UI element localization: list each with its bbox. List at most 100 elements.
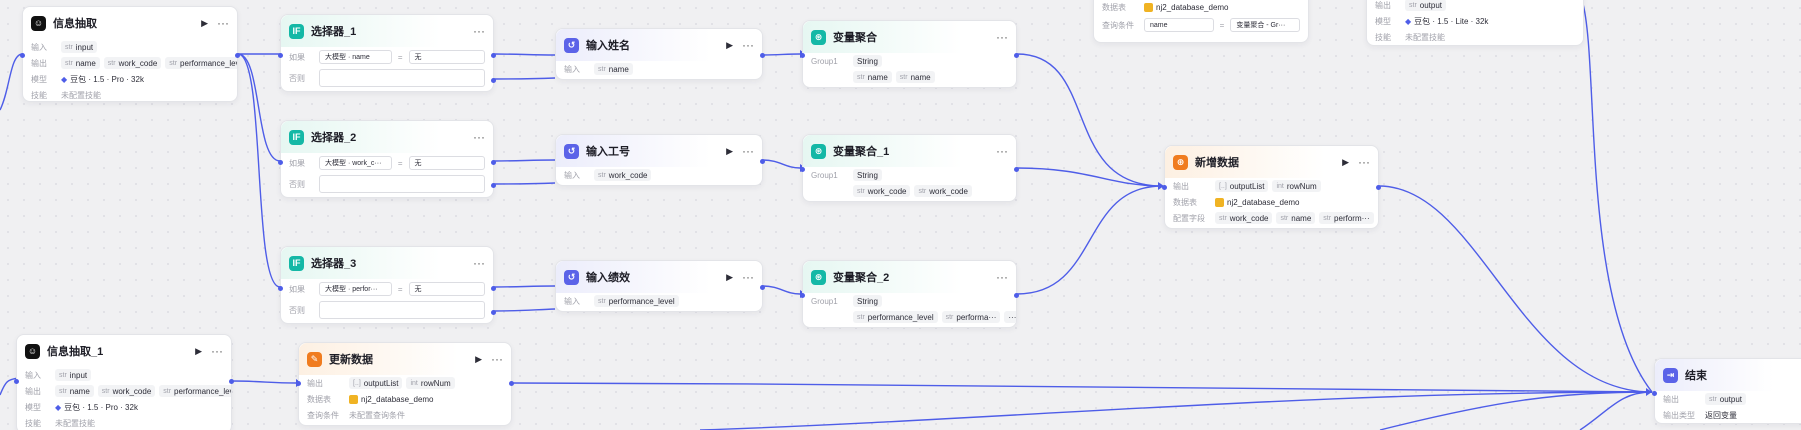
node-selector-2[interactable]: IF 选择器_2 ··· 如果 大模型 · work_c··· = 无 否则	[278, 120, 496, 198]
if-icon: IF	[289, 255, 304, 271]
node-var-aggregate-1[interactable]: ⊛ 变量聚合_1 ··· Group1 String str work_code s…	[800, 134, 1019, 202]
more-menu-icon[interactable]: ···	[996, 30, 1008, 44]
else-port[interactable]	[491, 183, 496, 188]
if-port[interactable]	[491, 53, 496, 58]
input-port[interactable]	[278, 286, 283, 291]
more-menu-icon[interactable]: ···	[1358, 155, 1370, 169]
output-port[interactable]	[1376, 185, 1381, 190]
node-selector-1[interactable]: IF 选择器_1 ··· 如果 大模型 · name = 无 否则	[278, 14, 496, 92]
node-info-extract[interactable]: ☺ 信息抽取 ▶ ··· 输入 str input 输出 str name str wo…	[20, 6, 240, 102]
output-port[interactable]	[1014, 293, 1019, 298]
edge	[493, 308, 556, 312]
edge	[1579, 391, 1653, 430]
end-icon: ⇥	[1663, 367, 1678, 383]
more-menu-icon[interactable]: ···	[473, 130, 485, 144]
node-var-aggregate-2[interactable]: ⊛ 变量聚合_2 ··· Group1 String str performance…	[800, 260, 1019, 328]
more-menu-icon[interactable]: ···	[996, 270, 1008, 284]
more-menu-icon[interactable]: ···	[996, 144, 1008, 158]
output-port[interactable]	[235, 53, 240, 58]
input-node-icon: ↺	[564, 143, 579, 159]
if-port[interactable]	[491, 286, 496, 291]
output-port[interactable]	[1014, 167, 1019, 172]
input-port[interactable]	[1652, 391, 1657, 396]
doubao-model-icon: ◆	[61, 74, 68, 84]
edge	[0, 53, 23, 111]
condition-left[interactable]: 大模型 · name	[319, 50, 392, 64]
else-port[interactable]	[491, 78, 496, 83]
edge	[237, 53, 281, 162]
else-branch[interactable]	[319, 175, 485, 193]
input-port[interactable]	[20, 53, 25, 58]
if-icon: IF	[289, 129, 304, 145]
run-button[interactable]: ▶	[726, 40, 733, 51]
node-update-data[interactable]: ✎ 更新数据 ▶ ··· 输出 [..] outputList int rowNum…	[296, 342, 514, 426]
node-input-name[interactable]: ↺ 输入姓名 ▶ ··· 输入 str name	[555, 28, 765, 80]
input-port[interactable]	[1162, 185, 1167, 190]
more-menu-icon[interactable]: ···	[491, 352, 503, 366]
condition-right[interactable]: 无	[408, 282, 485, 296]
aggregate-icon: ⊛	[811, 143, 826, 159]
more-vars-tag[interactable]: ···	[1004, 311, 1016, 323]
top-database-node[interactable]: 数据表 nj2_database_demo 查询条件 name = 变量聚合 - …	[1093, 0, 1309, 43]
more-menu-icon[interactable]: ···	[742, 38, 754, 52]
edge	[493, 53, 556, 56]
extract-icon: ☺	[25, 343, 40, 359]
else-branch[interactable]	[319, 69, 485, 87]
doubao-model-icon: ◆	[55, 402, 62, 412]
database-icon	[349, 394, 358, 404]
output-port[interactable]	[760, 159, 765, 164]
node-insert-data[interactable]: ⊕ 新增数据 ▶ ··· 输出 [..] outputList int rowNum…	[1162, 145, 1381, 229]
condition-left[interactable]: 大模型 · perfor···	[319, 282, 392, 296]
output-port[interactable]	[509, 381, 514, 386]
output-port[interactable]	[760, 285, 765, 290]
input-port[interactable]	[14, 379, 19, 384]
edge	[511, 382, 1653, 393]
edge	[762, 53, 801, 56]
run-button[interactable]: ▶	[475, 354, 482, 365]
condition-right[interactable]: 无	[408, 50, 485, 64]
input-port[interactable]	[296, 381, 301, 386]
input-port[interactable]	[800, 167, 805, 172]
node-var-aggregate[interactable]: ⊛ 变量聚合 ··· Group1 String str name str name	[800, 20, 1019, 88]
more-menu-icon[interactable]: ···	[742, 144, 754, 158]
workflow-canvas[interactable]: 数据表 nj2_database_demo 查询条件 name = 变量聚合 - …	[0, 0, 1801, 430]
run-button[interactable]: ▶	[201, 18, 208, 29]
more-menu-icon[interactable]: ···	[473, 24, 485, 38]
run-button[interactable]: ▶	[1342, 157, 1349, 168]
node-input-code[interactable]: ↺ 输入工号 ▶ ··· 输入 str work_code	[555, 134, 765, 186]
run-button[interactable]: ▶	[726, 146, 733, 157]
node-input-performance[interactable]: ↺ 输入绩效 ▶ ··· 输入 str performance_level	[555, 260, 765, 312]
input-port[interactable]	[800, 53, 805, 58]
edge	[1016, 185, 1163, 295]
else-port[interactable]	[491, 310, 496, 315]
edge	[1378, 185, 1653, 393]
output-port[interactable]	[760, 53, 765, 58]
input-port[interactable]	[278, 53, 283, 58]
edge	[493, 159, 556, 162]
more-menu-icon[interactable]: ···	[473, 256, 485, 270]
edge	[699, 391, 1653, 430]
node-info-extract-1[interactable]: ☺ 信息抽取_1 ▶ ··· 输入 str input 输出 str name str…	[14, 334, 234, 430]
if-icon: IF	[289, 23, 304, 39]
condition-right[interactable]: 无	[408, 156, 485, 170]
node-selector-3[interactable]: IF 选择器_3 ··· 如果 大模型 · perfor··· = 无 否则	[278, 246, 496, 324]
more-menu-icon[interactable]: ···	[211, 344, 223, 358]
input-port[interactable]	[800, 293, 805, 298]
output-port[interactable]	[1014, 53, 1019, 58]
more-menu-icon[interactable]: ···	[217, 16, 229, 30]
output-port[interactable]	[229, 379, 234, 384]
edge	[237, 53, 281, 288]
condition-left[interactable]: 大模型 · work_c···	[319, 156, 392, 170]
run-button[interactable]: ▶	[726, 272, 733, 283]
doubao-model-icon: ◆	[1405, 16, 1412, 26]
run-button[interactable]: ▶	[195, 346, 202, 357]
node-end[interactable]: ⇥ 结束 输出 str output 输出类型 返回变量	[1652, 358, 1801, 424]
more-menu-icon[interactable]: ···	[742, 270, 754, 284]
if-port[interactable]	[491, 160, 496, 165]
top-llm-node[interactable]: 输出 str output 模型 ◆ 豆包 · 1.5 · Lite · 32k 技能未…	[1366, 0, 1584, 46]
cond-field[interactable]: name	[1144, 18, 1214, 32]
input-port[interactable]	[278, 160, 283, 165]
aggregate-icon: ⊛	[811, 29, 826, 45]
cond-value[interactable]: 变量聚合 - Gr···	[1230, 18, 1300, 32]
else-branch[interactable]	[319, 301, 485, 319]
